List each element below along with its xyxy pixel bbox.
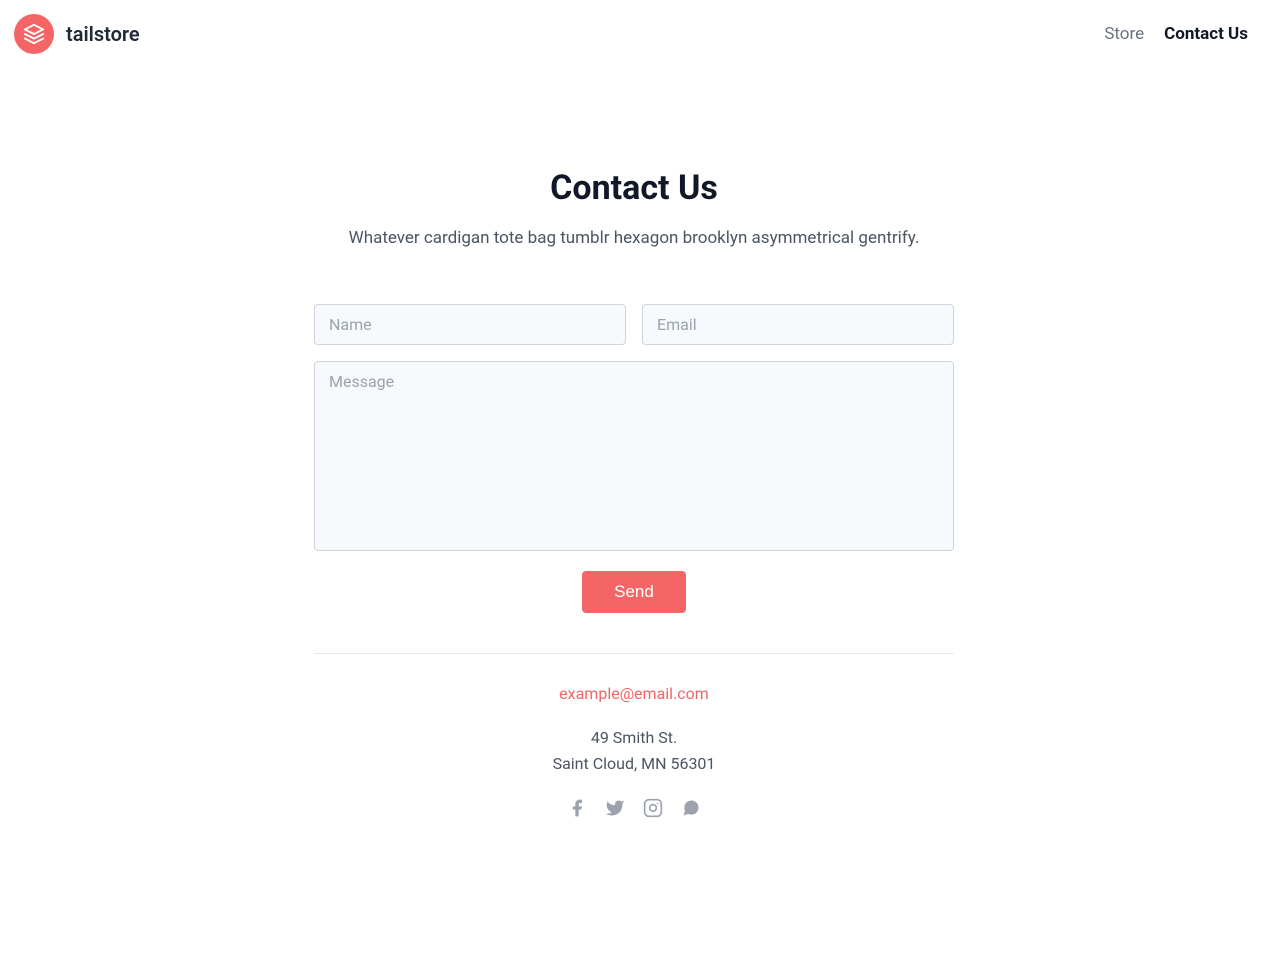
site-header: tailstore Store Contact Us [0, 0, 1268, 68]
twitter-icon[interactable] [605, 798, 625, 818]
main-nav: Store Contact Us [1104, 24, 1248, 44]
contact-email-link[interactable]: example@email.com [559, 684, 709, 703]
contact-address: 49 Smith St. Saint Cloud, MN 56301 [314, 725, 954, 776]
brand[interactable]: tailstore [14, 14, 140, 54]
page-title: Contact Us [314, 168, 954, 208]
name-input[interactable] [314, 304, 626, 345]
facebook-icon[interactable] [567, 798, 587, 818]
message-textarea[interactable] [314, 361, 954, 551]
nav-link-store[interactable]: Store [1104, 24, 1144, 44]
layers-icon [14, 14, 54, 54]
address-line-2: Saint Cloud, MN 56301 [553, 754, 716, 773]
nav-link-contact[interactable]: Contact Us [1164, 24, 1248, 44]
divider [314, 653, 954, 654]
instagram-icon[interactable] [643, 798, 663, 818]
contact-section: Contact Us Whatever cardigan tote bag tu… [314, 168, 954, 818]
brand-name: tailstore [66, 22, 140, 46]
address-line-1: 49 Smith St. [591, 728, 677, 747]
social-links [314, 798, 954, 818]
page-subtitle: Whatever cardigan tote bag tumblr hexago… [314, 228, 954, 248]
email-input[interactable] [642, 304, 954, 345]
form-row-name-email [314, 304, 954, 345]
message-icon[interactable] [681, 798, 701, 818]
send-button[interactable]: Send [582, 571, 686, 613]
